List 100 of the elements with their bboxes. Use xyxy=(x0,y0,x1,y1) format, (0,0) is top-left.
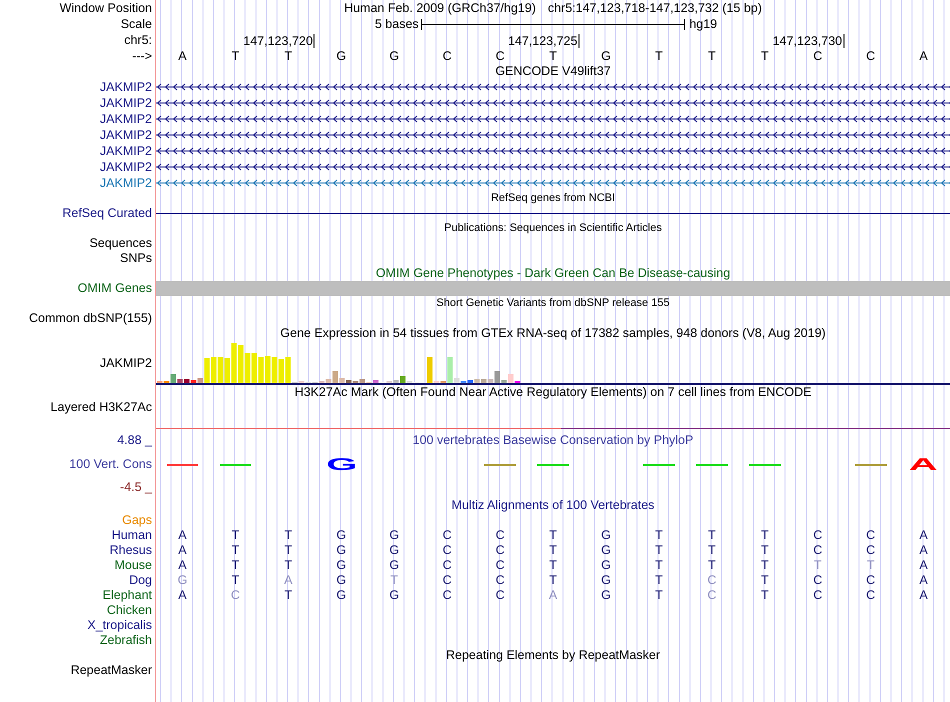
track-label[interactable]: Sequences xyxy=(89,236,152,250)
species-label[interactable]: X_tropicalis xyxy=(87,618,152,632)
aligned-base: C xyxy=(496,573,505,588)
species-label[interactable]: Chicken xyxy=(106,603,152,617)
base-letter: C xyxy=(866,49,876,64)
gene-label[interactable]: JAKMIP2 xyxy=(100,112,152,126)
aligned-base: G xyxy=(389,558,400,573)
track-title: Publications: Sequences in Scientific Articles xyxy=(444,221,662,236)
aligned-base: A xyxy=(178,528,187,543)
aligned-base: T xyxy=(390,573,398,588)
aligned-base: T xyxy=(232,543,240,558)
aligned-base: C xyxy=(230,588,240,603)
aligned-base: G xyxy=(601,588,611,603)
conservation-logo-letter: G xyxy=(326,458,357,472)
base-letter: G xyxy=(601,49,611,64)
track-title: 100 vertebrates Basewise Conservation by PhyloP xyxy=(412,433,694,448)
aligned-base: T xyxy=(549,558,557,573)
species-label[interactable]: Zebrafish xyxy=(100,633,152,647)
aligned-base: T xyxy=(814,558,822,573)
aligned-base: A xyxy=(919,558,928,573)
aligned-base: C xyxy=(813,543,822,558)
aligned-base: C xyxy=(442,528,452,543)
aligned-base: G xyxy=(389,543,400,558)
aligned-base: C xyxy=(442,558,452,573)
assembly-text: Human Feb. 2009 (GRCh37/hg19) xyxy=(344,0,536,16)
aligned-base: T xyxy=(708,543,716,558)
row-label: Window Position xyxy=(60,1,152,15)
base-letter: T xyxy=(708,49,716,64)
aligned-base: T xyxy=(655,573,663,588)
base-letter: G xyxy=(389,49,400,64)
row-label: Scale xyxy=(120,17,152,31)
aligned-base: T xyxy=(760,588,769,603)
track-label[interactable]: Common dbSNP(155) xyxy=(29,311,152,325)
scale-assembly-text: hg19 xyxy=(688,16,718,32)
aligned-base: G xyxy=(601,558,611,573)
aligned-base: T xyxy=(232,528,240,543)
track-label[interactable]: RefSeq Curated xyxy=(62,206,152,220)
aligned-base: C xyxy=(707,573,716,588)
scale-span-text: 5 bases xyxy=(374,16,419,32)
gene-label[interactable]: JAKMIP2 xyxy=(100,128,152,142)
track-title: Repeating Elements by RepeatMasker xyxy=(446,648,660,663)
gene-label[interactable]: JAKMIP2 xyxy=(100,80,152,94)
aligned-base: C xyxy=(496,543,505,558)
base-letter: C xyxy=(442,49,452,64)
track-title: RefSeq genes from NCBI xyxy=(490,191,616,206)
aligned-base: C xyxy=(442,573,452,588)
base-letter: T xyxy=(760,49,769,64)
aligned-base: T xyxy=(232,558,240,573)
track-title: Multiz Alignments of 100 Vertebrates xyxy=(452,498,654,513)
aligned-base: C xyxy=(496,588,505,603)
gene-label[interactable]: JAKMIP2 xyxy=(100,144,152,158)
base-letter: C xyxy=(496,49,505,64)
track-label[interactable]: Layered H3K27Ac xyxy=(50,400,152,414)
base-letter: A xyxy=(919,49,928,64)
gene-label[interactable]: JAKMIP2 xyxy=(100,176,152,190)
aligned-base: T xyxy=(655,588,663,603)
aligned-base: T xyxy=(232,573,240,588)
axis-max-label: 4.88 _ xyxy=(117,433,152,447)
track-title: Gene Expression in 54 tissues from GTEx RNA-seq of 17382 samples, 948 donors (V8, Aug 2019) xyxy=(280,326,826,341)
aligned-base: A xyxy=(284,573,293,588)
species-label[interactable]: Dog xyxy=(129,573,152,587)
base-letter: T xyxy=(549,49,557,64)
aligned-base: C xyxy=(866,588,876,603)
aligned-base: C xyxy=(813,528,822,543)
track-label[interactable]: RepeatMasker xyxy=(70,663,152,677)
aligned-base: C xyxy=(442,543,452,558)
track-title: H3K27Ac Mark (Often Found Near Active Regulatory Elements) on 7 cell lines from ENCODE xyxy=(294,385,812,400)
aligned-base: T xyxy=(284,558,292,573)
aligned-base: G xyxy=(336,543,346,558)
aligned-base: T xyxy=(549,528,557,543)
conservation-logo-letter: A xyxy=(909,458,938,472)
gene-label[interactable]: JAKMIP2 xyxy=(100,96,152,110)
aligned-base: A xyxy=(178,543,187,558)
coordinate-tick: 147,123,730 xyxy=(772,34,844,48)
aligned-base: G xyxy=(601,573,611,588)
strand-arrow-text: ---> xyxy=(132,49,152,63)
aligned-base: T xyxy=(760,543,769,558)
track-label[interactable]: JAKMIP2 xyxy=(100,356,152,370)
species-label[interactable]: Elephant xyxy=(102,588,152,602)
aligned-base: A xyxy=(919,573,928,588)
track-title: OMIM Gene Phenotypes - Dark Green Can Be Disease-causing xyxy=(376,266,730,281)
species-label[interactable]: Mouse xyxy=(114,558,152,572)
track-label[interactable]: 100 Vert. Cons xyxy=(69,457,152,472)
gene-label[interactable]: JAKMIP2 xyxy=(100,160,152,174)
aligned-base: G xyxy=(389,528,400,543)
aligned-base: C xyxy=(866,543,876,558)
aligned-base: T xyxy=(708,558,716,573)
coordinate-tick: 147,123,725 xyxy=(508,34,580,48)
track-label[interactable]: SNPs xyxy=(120,251,152,265)
track-label[interactable]: OMIM Genes xyxy=(78,281,152,295)
aligned-base: T xyxy=(284,543,292,558)
base-letter: G xyxy=(336,49,346,64)
aligned-base: C xyxy=(813,573,822,588)
species-label[interactable]: Rhesus xyxy=(110,543,152,557)
aligned-base: T xyxy=(708,528,716,543)
base-letter: T xyxy=(284,49,292,64)
base-letter: A xyxy=(178,49,187,64)
species-label[interactable]: Human xyxy=(112,528,152,542)
axis-min-label: -4.5 _ xyxy=(120,480,152,495)
aligned-base: C xyxy=(866,573,876,588)
